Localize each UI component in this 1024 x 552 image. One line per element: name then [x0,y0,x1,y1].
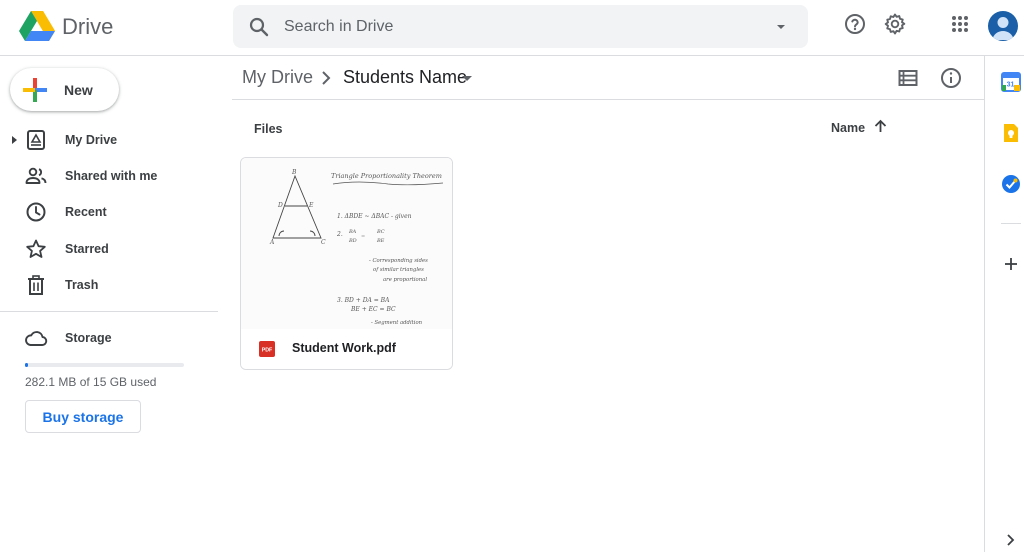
chevron-right-icon [322,71,331,85]
sidebar-item-label: Recent [65,205,107,219]
storage-usage-text: 282.1 MB of 15 GB used [25,375,157,389]
file-card-footer: PDF Student Work.pdf [241,329,452,369]
search-input[interactable] [284,12,754,42]
thumbnail-line: BA [348,229,357,235]
storage-progress-bar [25,363,184,367]
info-icon[interactable] [939,66,963,90]
expand-side-panel-chevron-icon[interactable] [1001,530,1021,550]
vertex-label: C [321,239,326,246]
pdf-file-icon: PDF [259,341,275,357]
calendar-icon[interactable]: 31 [1001,72,1021,92]
search-options-icon[interactable] [769,15,793,39]
clock-icon [26,202,46,222]
vertex-label: D [277,202,283,209]
thumbnail-line: 2. [336,231,343,238]
settings-gear-icon[interactable] [883,12,907,36]
thumbnail-line: are proportional [383,277,427,283]
sidebar-item-label: Starred [65,242,109,256]
side-panel: 31 [984,56,1024,552]
sidebar-item-label: My Drive [65,133,118,147]
thumbnail-line: BE + EC = BC [350,306,396,313]
trash-icon [28,275,44,295]
vertex-label: B [291,169,297,176]
calendar-day: 31 [1007,82,1015,89]
thumbnail-line: of similar triangles [373,267,424,273]
new-button[interactable]: New [10,68,119,111]
shared-icon [25,167,47,184]
expand-caret-icon[interactable] [8,134,20,146]
breadcrumb-my-drive[interactable]: My Drive [242,67,313,88]
buy-storage-button[interactable]: Buy storage [25,400,141,433]
sidebar-item-storage[interactable]: Storage [0,322,218,354]
thumbnail-line: 1. ΔBDE ~ ΔBAC - given [337,213,412,220]
sidebar-item-label: Storage [65,331,112,345]
sidebar-item-starred[interactable]: Starred [0,233,218,265]
thumbnail-line: - Corresponding sides [369,258,428,264]
thumbnail-line: BE [376,238,385,244]
plus-icon [23,78,47,102]
file-name: Student Work.pdf [292,341,396,355]
help-icon[interactable] [843,12,867,36]
thumbnail-title: Triangle Proportionality Theorem [331,172,442,180]
pdf-badge-text: PDF [262,348,273,354]
vertex-label: E [308,202,314,209]
thumbnail-line: BC [376,229,385,235]
list-view-icon[interactable] [896,66,920,90]
sort-direction-arrow-icon[interactable] [872,118,889,135]
cloud-icon [25,331,48,346]
new-button-label: New [64,82,93,98]
thumbnail-line: = [361,234,365,240]
sidebar-item-my-drive[interactable]: My Drive [0,124,218,156]
storage-progress-fill [25,363,29,367]
keep-icon[interactable] [1001,123,1021,143]
sidebar-item-label: Trash [65,278,99,292]
sidebar-divider [0,311,218,312]
folder-menu-dropdown-icon[interactable] [459,70,475,86]
side-panel-divider [1001,223,1021,224]
search-icon[interactable] [247,15,271,39]
file-thumbnail-preview: B D E A C Triangle Proportionality Theor… [241,158,452,329]
breadcrumb-current-folder[interactable]: Students Name [343,67,467,88]
thumbnail-line: 3. BD + DA = BA [337,297,390,304]
sidebar-item-shared-with-me[interactable]: Shared with me [0,160,218,192]
drive-logo-icon[interactable] [19,10,55,42]
add-addon-plus-icon[interactable] [1001,254,1021,274]
sidebar-item-recent[interactable]: Recent [0,196,218,228]
file-card-student-work[interactable]: B D E A C Triangle Proportionality Theor… [240,157,453,370]
apps-grid-icon[interactable] [948,12,972,36]
account-avatar[interactable] [988,11,1018,41]
thumbnail-line: BD [348,238,357,244]
sidebar-item-trash[interactable]: Trash [0,269,218,301]
sort-by-name-button[interactable]: Name [831,121,865,135]
sidebar-item-label: Shared with me [65,169,158,183]
my-drive-icon [27,130,45,150]
files-section-label: Files [254,122,283,136]
thumbnail-line: - Segment addition [371,320,423,326]
star-icon [26,239,46,258]
breadcrumb: My Drive Students Name [232,56,984,100]
search-box [233,5,808,48]
top-bar: Drive [0,0,1024,56]
tasks-icon[interactable] [1001,174,1021,194]
vertex-label: A [269,239,275,246]
avatar-person-icon [992,17,1014,40]
app-title[interactable]: Drive [62,14,113,40]
